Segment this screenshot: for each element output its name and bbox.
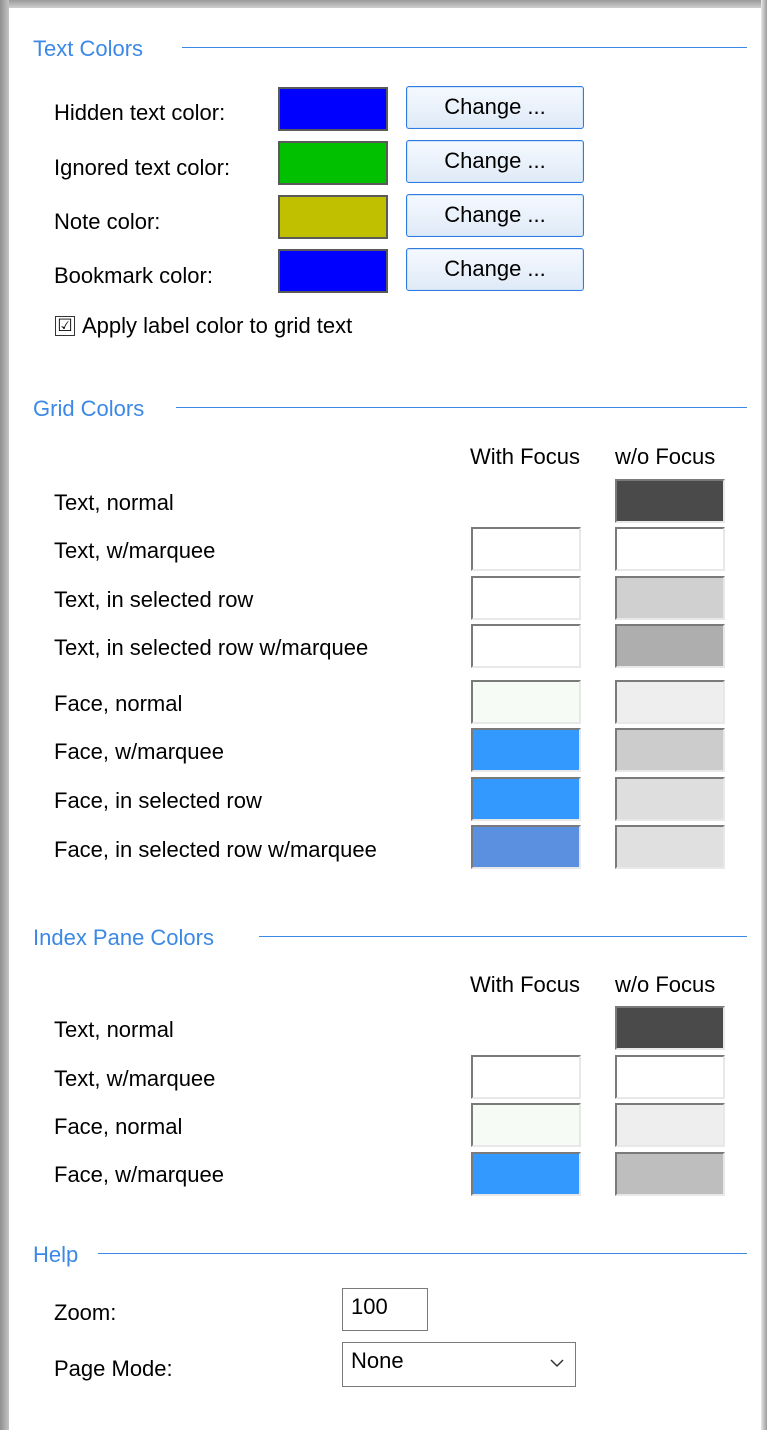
grid-face-normal-with-focus-swatch[interactable] [471,680,581,724]
apply-label-color-label[interactable]: Apply label color to grid text [82,313,352,339]
grid-text-selected-row-marquee-label: Text, in selected row w/marquee [54,635,369,660]
grid-text-selected-row-without-focus-swatch[interactable] [615,576,725,620]
hidden-text-color-swatch [278,87,388,131]
grid-text-marquee-without-focus-swatch[interactable] [615,527,725,571]
grid-face-selected-row-marquee-without-focus-swatch[interactable] [615,825,725,869]
grid-face-selected-row-label: Face, in selected row [54,788,262,813]
index-text-normal-label: Text, normal [54,1017,174,1042]
zoom-input[interactable]: 100 [342,1288,428,1331]
grid-face-selected-row-marquee-label: Face, in selected row w/marquee [54,837,377,862]
grid-without-focus-header: w/o Focus [615,444,716,469]
ignored-text-color-label: Ignored text color: [54,155,231,180]
grid-text-selected-row-with-focus-swatch[interactable] [471,576,581,620]
grid-face-normal-without-focus-swatch[interactable] [615,680,725,724]
index-text-marquee-with-focus-swatch[interactable] [471,1055,581,1099]
ignored-text-color-change-button[interactable]: Change ... [406,140,584,183]
grid-face-selected-row-with-focus-swatch[interactable] [471,777,581,821]
grid-text-selected-row-marquee-with-focus-swatch[interactable] [471,624,581,668]
grid-with-focus-header: With Focus [470,444,581,469]
grid-text-selected-row-label: Text, in selected row [54,587,254,612]
grid-text-selected-row-marquee-without-focus-swatch[interactable] [615,624,725,668]
grid-text-normal-label: Text, normal [54,490,174,515]
hidden-text-color-change-button[interactable]: Change ... [406,86,584,129]
index-text-normal-without-focus-swatch[interactable] [615,1006,725,1050]
page-mode-select[interactable]: None [342,1342,576,1387]
index-face-marquee-label: Face, w/marquee [54,1162,224,1187]
grid-face-selected-row-marquee-with-focus-swatch[interactable] [471,825,581,869]
grid-text-marquee-label: Text, w/marquee [54,538,216,563]
ignored-text-color-swatch [278,141,388,185]
index-face-normal-with-focus-swatch[interactable] [471,1103,581,1147]
zoom-label: Zoom: [54,1300,117,1325]
grid-face-marquee-without-focus-swatch[interactable] [615,728,725,772]
window-frame-left [0,0,9,1430]
window-frame-top [0,0,767,8]
text-colors-title: Text Colors [33,36,144,61]
index-face-normal-label: Face, normal [54,1114,183,1139]
index-face-normal-without-focus-swatch[interactable] [615,1103,725,1147]
text-colors-divider [182,47,747,48]
grid-text-marquee-with-focus-swatch[interactable] [471,527,581,571]
index-face-marquee-without-focus-swatch[interactable] [615,1152,725,1196]
grid-face-selected-row-without-focus-swatch[interactable] [615,777,725,821]
grid-face-normal-label: Face, normal [54,691,183,716]
help-divider [98,1253,747,1254]
zoom-value: 100 [351,1294,388,1319]
index-text-marquee-label: Text, w/marquee [54,1066,216,1091]
grid-colors-title: Grid Colors [33,396,145,421]
grid-face-marquee-with-focus-swatch[interactable] [471,728,581,772]
index-text-marquee-without-focus-swatch[interactable] [615,1055,725,1099]
note-color-label: Note color: [54,209,161,234]
index-without-focus-header: w/o Focus [615,972,716,997]
bookmark-color-swatch [278,249,388,293]
bookmark-color-change-button[interactable]: Change ... [406,248,584,291]
chevron-down-icon [550,1359,564,1368]
bookmark-color-label: Bookmark color: [54,263,213,288]
note-color-swatch [278,195,388,239]
index-pane-colors-title: Index Pane Colors [33,925,214,950]
index-with-focus-header: With Focus [470,972,581,997]
page-mode-label: Page Mode: [54,1356,173,1381]
index-face-marquee-with-focus-swatch[interactable] [471,1152,581,1196]
help-title: Help [33,1242,79,1267]
hidden-text-color-label: Hidden text color: [54,100,226,125]
page-mode-value: None [351,1348,404,1373]
options-panel: Text Colors Hidden text color: Change ..… [14,14,754,1430]
grid-text-normal-without-focus-swatch[interactable] [615,479,725,523]
grid-face-marquee-label: Face, w/marquee [54,739,224,764]
index-pane-colors-divider [259,936,747,937]
apply-label-color-checkbox[interactable]: ☑ [55,316,75,336]
grid-colors-divider [176,407,747,408]
window-frame-right [761,0,767,1430]
note-color-change-button[interactable]: Change ... [406,194,584,237]
